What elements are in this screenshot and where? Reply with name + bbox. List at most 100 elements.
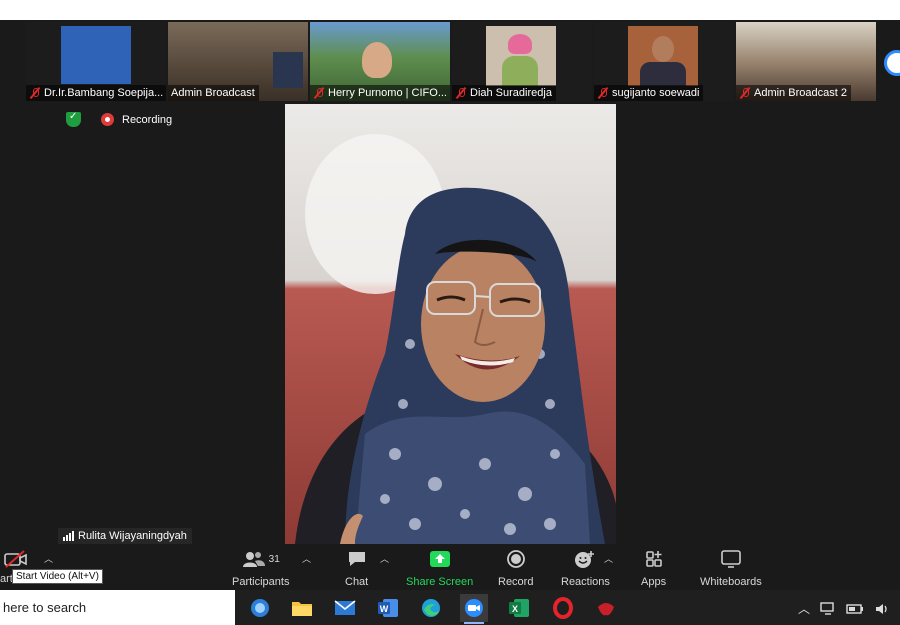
browser-globe-icon <box>251 599 269 617</box>
participant-name-bar: Herry Purnomo | CIFO... <box>310 85 450 101</box>
participant-name: Admin Broadcast <box>171 87 255 99</box>
participant-tile[interactable]: Admin Broadcast <box>168 22 308 101</box>
participant-video-person <box>362 42 392 78</box>
video-off-icon <box>4 550 27 568</box>
taskbar-browser-app[interactable] <box>246 594 274 622</box>
share-screen-icon <box>429 551 450 567</box>
participant-video-person <box>508 34 532 54</box>
participants-icon <box>242 552 265 567</box>
video-options-chevron-up-icon[interactable]: ︿ <box>44 552 53 565</box>
word-icon: W <box>378 599 398 617</box>
recording-label: Recording <box>122 113 173 126</box>
participant-tile[interactable]: Admin Broadcast 2 <box>736 22 876 101</box>
start-video-label: art <box>0 573 13 585</box>
participant-name: Admin Broadcast 2 <box>754 87 847 99</box>
start-video-button[interactable] <box>4 548 28 570</box>
security-shield-icon[interactable] <box>66 111 81 127</box>
mail-icon <box>334 600 356 615</box>
taskbar-edge[interactable] <box>417 594 445 622</box>
app-icon <box>598 603 614 616</box>
chat-icon <box>348 552 365 566</box>
whiteboards-button[interactable]: Whiteboards <box>700 548 762 588</box>
reactions-chevron-up-icon[interactable]: ︿ <box>604 552 613 565</box>
svg-text:W: W <box>380 604 389 614</box>
excel-icon: X <box>509 599 529 617</box>
start-video-tooltip: Start Video (Alt+V) <box>12 569 103 584</box>
network-icon[interactable] <box>820 601 836 616</box>
windows-taskbar: here to search W X ︿ <box>0 590 900 625</box>
participant-name-bar: sugijanto soewadi <box>594 85 704 101</box>
taskbar-mail[interactable] <box>331 594 359 622</box>
record-icon <box>506 550 525 568</box>
participant-video-scene <box>628 26 698 86</box>
participant-video-scene <box>486 26 556 86</box>
opera-icon <box>553 597 573 619</box>
active-speaker-video <box>285 104 616 544</box>
zoom-icon <box>465 599 483 617</box>
mic-muted-icon <box>455 87 467 99</box>
record-label: Record <box>498 576 534 588</box>
taskbar-file-explorer[interactable] <box>288 594 316 622</box>
mic-muted-icon <box>29 87 41 99</box>
mic-muted-icon <box>597 87 609 99</box>
apps-label: Apps <box>641 576 667 588</box>
participant-name-bar: Admin Broadcast <box>168 85 259 101</box>
tray-chevron-up-icon[interactable]: ︿ <box>798 600 810 617</box>
volume-icon[interactable] <box>874 602 890 616</box>
speaker-video-frame <box>285 104 616 544</box>
participant-tile[interactable]: sugijanto soewadi <box>594 22 734 101</box>
participants-count: 31 <box>268 553 280 565</box>
record-button[interactable]: Record <box>498 548 533 588</box>
chat-button[interactable]: Chat <box>345 548 368 588</box>
apps-button[interactable]: Apps <box>641 548 666 588</box>
system-tray: ︿ <box>798 600 890 617</box>
window-top-bar <box>0 0 900 20</box>
participant-strip: Dr.Ir.Bambang Soepija... Admin Broadcast… <box>0 22 900 102</box>
participant-tile[interactable]: Dr.Ir.Bambang Soepija... <box>26 22 166 101</box>
taskbar-app-red[interactable] <box>592 594 620 622</box>
meeting-toolbar: ︿ art 31 Participants ︿ Chat ︿ Share Scr… <box>0 544 900 590</box>
chat-label: Chat <box>345 576 369 588</box>
participant-name: Diah Suradiredja <box>470 87 552 99</box>
participant-avatar <box>61 26 131 84</box>
recording-icon <box>101 113 114 126</box>
participants-chevron-up-icon[interactable]: ︿ <box>302 552 311 565</box>
taskbar-search-text: here to search <box>3 600 87 615</box>
participant-tile[interactable]: Diah Suradiredja <box>452 22 592 101</box>
active-speaker-name: Rulita Wijayaningdyah <box>78 530 187 542</box>
participant-tile[interactable]: Herry Purnomo | CIFO... <box>310 22 450 101</box>
reactions-label: Reactions <box>561 576 610 588</box>
share-screen-button[interactable]: Share Screen <box>406 548 473 588</box>
participant-name: sugijanto soewadi <box>612 87 700 99</box>
participant-video-scene <box>273 52 303 88</box>
participants-button[interactable]: 31 Participants <box>232 548 289 588</box>
participant-name: Dr.Ir.Bambang Soepija... <box>44 87 164 99</box>
participant-name-bar: Diah Suradiredja <box>452 85 556 101</box>
meeting-status: Recording <box>66 111 173 127</box>
taskbar-opera[interactable] <box>549 594 577 622</box>
folder-icon <box>292 602 312 616</box>
edge-icon <box>422 599 440 617</box>
taskbar-zoom[interactable] <box>460 594 488 624</box>
taskbar-search-box[interactable]: here to search <box>0 590 235 625</box>
mic-muted-icon <box>313 87 325 99</box>
participant-name-bar: Dr.Ir.Bambang Soepija... <box>26 85 166 101</box>
participants-label: Participants <box>232 576 290 588</box>
mic-muted-icon <box>739 87 751 99</box>
reactions-smiley-icon <box>575 551 595 568</box>
participant-video-person <box>652 36 674 62</box>
svg-text:X: X <box>512 604 518 614</box>
whiteboard-icon <box>721 550 741 568</box>
reactions-button[interactable]: Reactions <box>561 548 610 588</box>
taskbar-word[interactable]: W <box>374 594 402 622</box>
taskbar-excel[interactable]: X <box>505 594 533 622</box>
participant-name: Herry Purnomo | CIFO... <box>328 87 447 99</box>
chat-chevron-up-icon[interactable]: ︿ <box>380 552 389 565</box>
participant-video-person-body <box>640 62 686 86</box>
share-screen-label: Share Screen <box>406 576 474 588</box>
participant-video-person-body <box>502 56 538 86</box>
participant-name-bar: Admin Broadcast 2 <box>736 85 851 101</box>
whiteboards-label: Whiteboards <box>700 576 762 588</box>
battery-icon[interactable] <box>846 603 864 615</box>
signal-strength-icon <box>63 531 74 541</box>
